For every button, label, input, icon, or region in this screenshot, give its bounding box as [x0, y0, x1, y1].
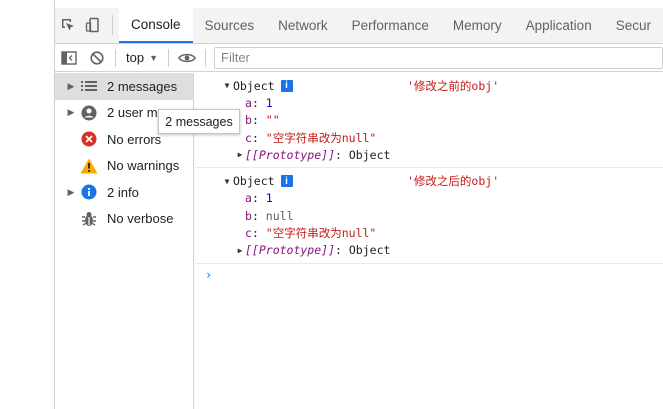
tab-console[interactable]: Console	[119, 7, 193, 43]
prototype-value: Object	[348, 147, 391, 162]
prompt-chevron-icon: ›	[205, 267, 213, 282]
property-value: "空字符串改为null"	[265, 226, 377, 241]
property-value: ""	[265, 113, 280, 128]
toggle-sidebar-button[interactable]	[55, 44, 83, 72]
tab-network[interactable]: Network	[266, 7, 340, 43]
device-toolbar-button[interactable]	[81, 7, 107, 43]
object-header[interactable]: ▼ Object i '修改之前的obj'	[195, 77, 663, 94]
log-label: '修改之前的obj'	[407, 78, 500, 93]
tabbar-separator	[112, 15, 114, 35]
toolbar-separator	[115, 48, 116, 67]
page-left-strip	[0, 0, 55, 409]
expand-arrow-icon[interactable]: ▶	[235, 150, 245, 159]
sidebar-item-label: 2 info	[107, 184, 139, 200]
prototype-key: [[Prototype]]	[245, 147, 336, 162]
property-value: 1	[265, 191, 273, 206]
property-row: b: ""	[245, 113, 280, 128]
devtools-tabbar: Console Sources Network Performance Memo…	[55, 7, 663, 44]
info-icon[interactable]: i	[280, 175, 293, 188]
context-label: top	[126, 50, 145, 65]
property-key: b	[245, 208, 252, 223]
property-value: null	[265, 208, 294, 223]
prototype-key: [[Prototype]]	[245, 243, 336, 258]
toolbar-separator	[205, 48, 206, 67]
console-prompt[interactable]: ›	[195, 264, 663, 282]
sidebar-item-label: 2 user m	[107, 105, 158, 121]
sidebar-item-label: No warnings	[107, 158, 180, 174]
warning-icon	[79, 156, 99, 176]
property-row: c: "空字符串改为null"	[245, 130, 377, 145]
property-value: 1	[265, 95, 273, 110]
error-icon	[79, 129, 99, 149]
info-icon[interactable]: i	[280, 79, 293, 92]
collapse-arrow-icon[interactable]: ▼	[221, 177, 233, 186]
log-label: '修改之后的obj'	[407, 174, 500, 189]
clear-console-button[interactable]	[83, 44, 111, 72]
sidebar-item-messages[interactable]: ▶ 2 messages	[55, 73, 193, 100]
console-message: ▼ Object i '修改之后的obj' a: 1 b: null c: "空…	[195, 168, 663, 264]
property-row: a: 1	[245, 95, 273, 110]
toolbar-separator	[168, 48, 169, 67]
tab-performance[interactable]: Performance	[340, 7, 441, 43]
property-key: b	[245, 113, 252, 128]
prototype-row[interactable]: ▶ [[Prototype]]: Object	[195, 146, 663, 163]
sidebar-item-label: No errors	[107, 131, 162, 147]
property-value: "空字符串改为null"	[265, 130, 377, 145]
property-key: c	[245, 226, 252, 241]
info-icon	[79, 182, 99, 202]
tab-security[interactable]: Secur	[604, 7, 663, 43]
chevron-down-icon: ▼	[149, 52, 158, 63]
object-label: Object	[233, 78, 275, 93]
eye-icon	[178, 53, 196, 62]
sidebar-toggle-icon	[61, 50, 77, 65]
sidebar-item-warnings[interactable]: No warnings	[55, 153, 193, 180]
context-selector[interactable]: top ▼	[120, 50, 164, 65]
tab-sources[interactable]: Sources	[193, 7, 267, 43]
clear-icon	[90, 50, 104, 65]
object-label: Object	[233, 174, 275, 189]
tab-memory[interactable]: Memory	[441, 7, 514, 43]
console-output: ▼ Object i '修改之前的obj' a: 1 b: "" c: "空字符…	[195, 73, 663, 409]
console-panes: ▶ 2 messages ▶ 2 user m No errors No war…	[55, 73, 663, 409]
sidebar-item-verbose[interactable]: No verbose	[55, 206, 193, 233]
list-icon	[79, 76, 99, 96]
sidebar-item-label: No verbose	[107, 211, 174, 227]
expand-arrow-icon[interactable]: ▶	[63, 187, 79, 198]
device-icon	[86, 17, 100, 33]
devtools-panel: Console Sources Network Performance Memo…	[55, 7, 663, 409]
expand-arrow-icon[interactable]: ▶	[235, 246, 245, 255]
property-key: c	[245, 130, 252, 145]
live-expression-button[interactable]	[173, 44, 201, 72]
property-key: a	[245, 95, 252, 110]
property-key: a	[245, 191, 252, 206]
tab-application[interactable]: Application	[514, 7, 604, 43]
sidebar-item-label: 2 messages	[107, 78, 178, 94]
inspect-element-button[interactable]	[55, 7, 81, 43]
user-icon	[79, 103, 99, 123]
property-row: c: "空字符串改为null"	[245, 226, 377, 241]
expand-arrow-icon[interactable]: ▶	[63, 81, 79, 92]
property-row: b: null	[245, 208, 294, 223]
tabs-container: Console Sources Network Performance Memo…	[119, 7, 663, 43]
object-header[interactable]: ▼ Object i '修改之后的obj'	[195, 172, 663, 189]
prototype-row[interactable]: ▶ [[Prototype]]: Object	[195, 242, 663, 259]
property-row: a: 1	[245, 191, 273, 206]
inspect-icon	[61, 19, 74, 31]
sidebar-tooltip: 2 messages	[158, 109, 240, 134]
console-message: ▼ Object i '修改之前的obj' a: 1 b: "" c: "空字符…	[195, 73, 663, 169]
console-toolbar: top ▼ Filter	[55, 44, 663, 72]
prototype-value: Object	[348, 243, 391, 258]
bug-icon	[79, 209, 99, 229]
sidebar-item-info[interactable]: ▶ 2 info	[55, 179, 193, 206]
expand-arrow-icon[interactable]: ▶	[63, 107, 79, 118]
collapse-arrow-icon[interactable]: ▼	[221, 81, 233, 90]
filter-input[interactable]: Filter	[214, 46, 663, 69]
